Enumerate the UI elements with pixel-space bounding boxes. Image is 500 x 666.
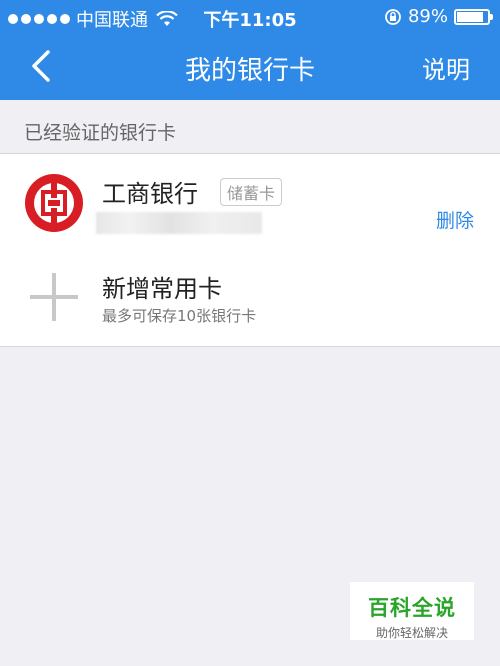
card-type-badge: 储蓄卡 xyxy=(220,178,283,206)
bank-name: 工商银行 xyxy=(102,180,198,208)
masked-card-number xyxy=(96,212,262,234)
app-header: 中国联通 下午11:05 89% 我的银行卡 说明 xyxy=(0,0,500,100)
add-card-subtitle: 最多可保存10张银行卡 xyxy=(102,307,257,325)
rotation-lock-icon xyxy=(385,8,401,25)
icbc-logo-icon xyxy=(25,174,83,232)
bank-card-row[interactable]: 工商银行 储蓄卡 删除 xyxy=(0,153,500,250)
battery-icon xyxy=(454,8,493,25)
delete-card-button[interactable]: 删除 xyxy=(436,206,474,233)
status-bar: 中国联通 下午11:05 89% xyxy=(0,0,500,34)
watermark-subtitle: 助你轻松解决 xyxy=(375,626,448,640)
add-card-title: 新增常用卡 xyxy=(102,275,222,303)
add-card-row[interactable]: 新增常用卡 最多可保存10张银行卡 xyxy=(0,249,500,347)
battery-percent: 89% xyxy=(407,6,448,27)
watermark-title: 百科全说 xyxy=(368,596,456,620)
watermark-logo: 百科全说 助你轻松解决 xyxy=(350,582,474,640)
battery-fill xyxy=(457,11,484,22)
plus-icon xyxy=(30,273,78,321)
explanation-button[interactable]: 说明 xyxy=(422,50,470,85)
section-label-verified-cards: 已经验证的银行卡 xyxy=(24,122,177,144)
status-right: 89% xyxy=(384,6,493,27)
nav-bar: 我的银行卡 说明 xyxy=(0,34,500,100)
